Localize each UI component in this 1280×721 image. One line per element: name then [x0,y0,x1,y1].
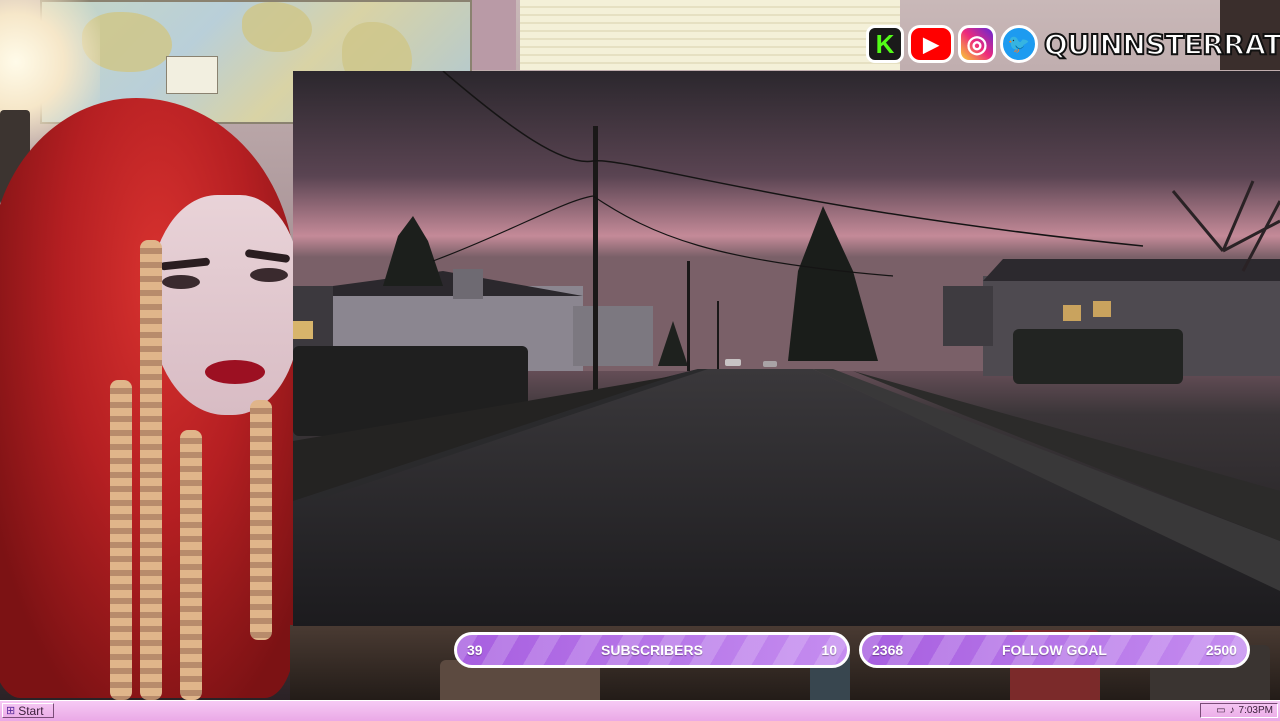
twitter-icon: 🐦 [1000,25,1038,63]
left-eye [162,275,200,289]
braid [180,430,202,700]
subscribers-target: 10 [821,642,837,658]
start-button[interactable]: ⊞ Start [2,703,54,718]
window-blinds [520,0,900,70]
social-handle: QUINNSTERRAT [1043,27,1280,62]
door [472,0,516,70]
kick-icon: K [866,25,904,63]
follow-goal-bar: 2368 FOLLOW GOAL 2500 [859,632,1250,668]
subscribers-label: SUBSCRIBERS [601,642,703,658]
clock[interactable]: 7:03PM [1239,705,1273,716]
system-tray: ▭ ♪ 7:03PM [1200,703,1278,718]
subscribers-goal-bar: 39 SUBSCRIBERS 10 [454,632,850,668]
taskbar: ⊞ Start ▭ ♪ 7:03PM [0,700,1280,721]
braid [110,380,132,700]
youtube-icon: ▶ [908,25,954,63]
social-links-bar: K ▶ ◎ 🐦 QUINNSTERRAT [866,22,1280,66]
video-player[interactable] [293,71,1280,626]
right-eye [250,268,288,282]
follow-current: 2368 [872,642,904,658]
follow-target: 2500 [1205,642,1237,658]
start-label: Start [18,703,44,718]
network-icon[interactable]: ▭ [1216,705,1225,716]
street-scene-video-frame [293,71,1280,626]
subscribers-current: 39 [467,642,483,658]
map-legend [166,56,218,94]
lips [205,360,265,384]
follow-label: FOLLOW GOAL [1002,642,1107,658]
volume-icon[interactable]: ♪ [1230,705,1235,716]
braid [250,400,272,640]
instagram-icon: ◎ [958,25,996,63]
braid [140,240,162,700]
windows-logo-icon: ⊞ [6,705,16,717]
